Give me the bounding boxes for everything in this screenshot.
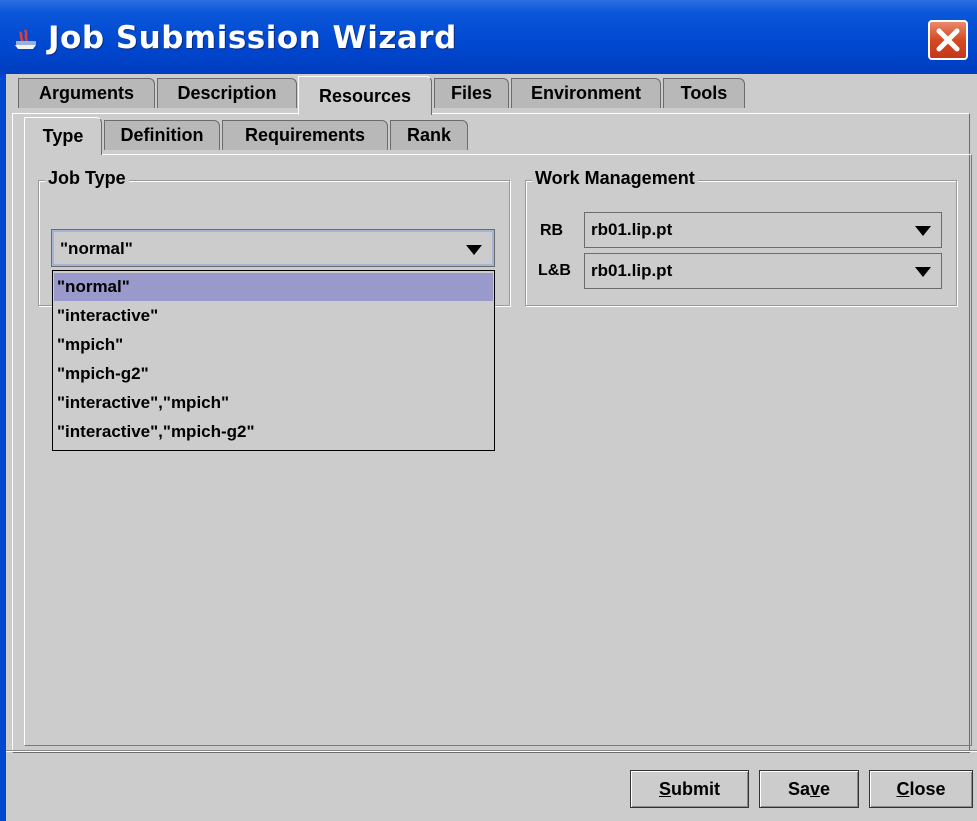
chevron-down-icon bbox=[466, 245, 482, 255]
rb-select[interactable]: rb01.lip.pt bbox=[584, 212, 942, 248]
tab-files[interactable]: Files bbox=[434, 78, 509, 108]
job-type-dropdown-list: "normal" "interactive" "mpich" "mpich-g2… bbox=[52, 270, 495, 451]
lb-label: L&B bbox=[538, 262, 571, 279]
tab-definition[interactable]: Definition bbox=[104, 120, 220, 150]
job-submission-window: Job Submission Wizard Arguments Descript… bbox=[0, 0, 977, 821]
window-close-button[interactable] bbox=[928, 20, 968, 60]
submit-button[interactable]: Submit bbox=[630, 770, 749, 808]
work-management-title: Work Management bbox=[532, 168, 698, 189]
job-type-option[interactable]: "mpich-g2" bbox=[54, 360, 493, 388]
job-type-option[interactable]: "mpich" bbox=[54, 331, 493, 359]
job-type-selected-value: "normal" bbox=[60, 239, 133, 258]
window-title: Job Submission Wizard bbox=[48, 20, 457, 56]
job-type-option[interactable]: "interactive","mpich" bbox=[54, 389, 493, 417]
lb-select[interactable]: rb01.lip.pt bbox=[584, 253, 942, 289]
job-type-option[interactable]: "normal" bbox=[54, 273, 493, 301]
tab-rank[interactable]: Rank bbox=[390, 120, 468, 150]
title-bar[interactable]: Job Submission Wizard bbox=[0, 0, 977, 74]
tab-requirements[interactable]: Requirements bbox=[222, 120, 388, 150]
lb-value: rb01.lip.pt bbox=[591, 261, 673, 280]
tab-environment[interactable]: Environment bbox=[511, 78, 661, 108]
tab-tools[interactable]: Tools bbox=[663, 78, 745, 108]
job-type-select[interactable]: "normal" bbox=[52, 230, 494, 266]
tab-description[interactable]: Description bbox=[157, 78, 297, 108]
rb-label: RB bbox=[540, 222, 564, 239]
close-button[interactable]: Close bbox=[869, 770, 973, 808]
java-app-icon bbox=[15, 29, 36, 49]
chevron-down-icon bbox=[915, 267, 931, 277]
job-type-title: Job Type bbox=[45, 168, 129, 189]
job-type-option[interactable]: "interactive" bbox=[54, 302, 493, 330]
tab-arguments[interactable]: Arguments bbox=[18, 78, 155, 108]
tab-resources[interactable]: Resources bbox=[298, 76, 432, 115]
chevron-down-icon bbox=[915, 226, 931, 236]
bottom-separator bbox=[6, 750, 977, 752]
tab-type[interactable]: Type bbox=[24, 117, 102, 155]
save-button[interactable]: Sa v e bbox=[759, 770, 859, 808]
close-icon bbox=[936, 28, 960, 52]
rb-value: rb01.lip.pt bbox=[591, 220, 673, 239]
job-type-option[interactable]: "interactive","mpich-g2" bbox=[54, 418, 493, 446]
window-frame bbox=[0, 74, 6, 821]
